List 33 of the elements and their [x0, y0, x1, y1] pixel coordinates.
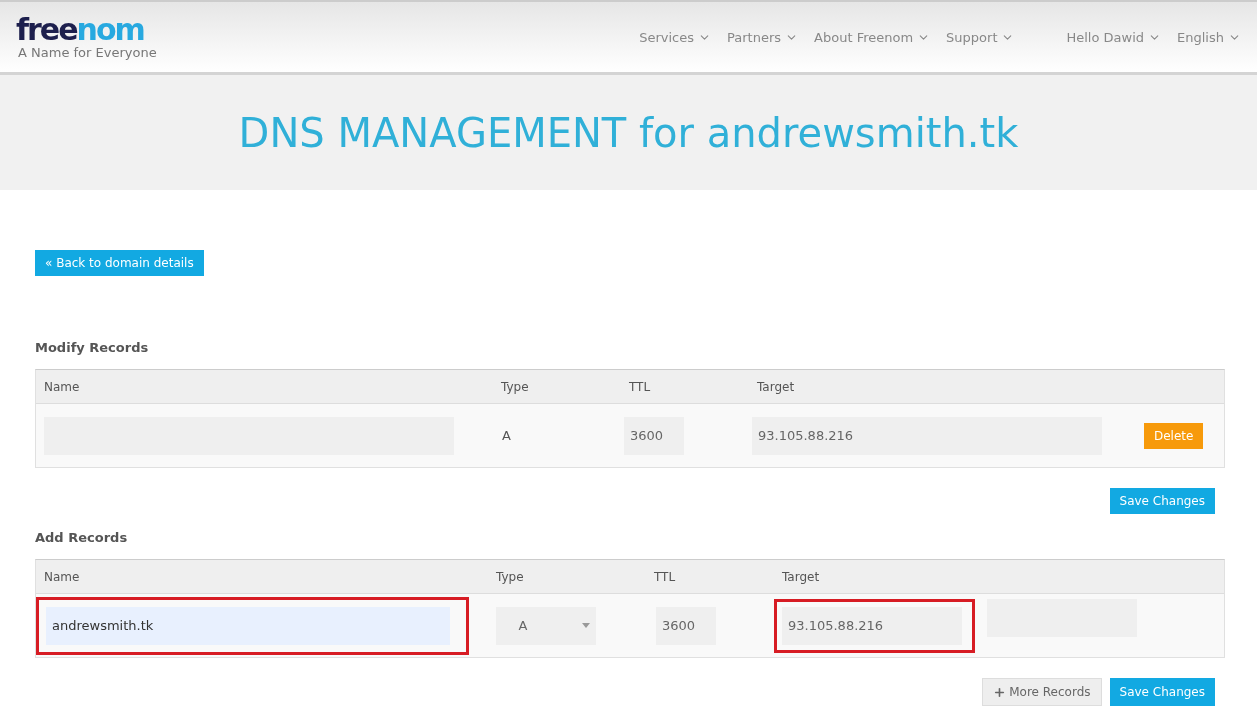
column-header: Name [44, 379, 81, 394]
caret-icon [582, 623, 590, 628]
section-heading: Modify Records [35, 340, 150, 355]
target-input-field[interactable]: 93.105.88.216 [752, 416, 1102, 455]
column-header: Name [44, 569, 81, 584]
column-header: TTL [654, 569, 677, 584]
column-header: Type [501, 379, 530, 394]
nav-menu-item[interactable]: About Freenom [814, 29, 931, 45]
column-header: Type [496, 569, 525, 584]
page-title: DNS MANAGEMENT for andrewsmith.tk [238, 109, 1019, 156]
type-value: A [501, 428, 512, 443]
save-changes-button[interactable]: Save Changes [1109, 678, 1215, 706]
column-header: Target [782, 569, 821, 584]
back-button[interactable]: « Back to domain details [35, 250, 204, 276]
type-select[interactable]: A [496, 606, 596, 645]
nav-menu-item[interactable]: English [1177, 29, 1241, 45]
ttl-input-field[interactable]: 3600 [656, 606, 716, 645]
more-records-button[interactable]: More Records [982, 678, 1102, 706]
nav-menu-item[interactable]: Services [639, 29, 712, 45]
column-header: TTL [629, 379, 652, 394]
nav-menu-item[interactable]: Hello Dawid [1066, 29, 1162, 45]
delete-button[interactable]: Delete [1144, 422, 1204, 449]
tagline: A Name for Everyone [18, 44, 157, 60]
target-input-field[interactable]: 93.105.88.216 [782, 606, 962, 645]
save-changes-button[interactable]: Save Changes [1109, 488, 1215, 514]
nav-menu-item[interactable]: Partners [727, 29, 799, 45]
ttl-input-field[interactable]: 3600 [624, 416, 684, 455]
logo[interactable]: freenom [16, 14, 157, 45]
plus-icon [993, 685, 1007, 699]
name-input-field[interactable]: andrewsmith.tk [46, 606, 450, 645]
section-heading: Add Records [35, 530, 129, 545]
column-header: Target [757, 379, 796, 394]
nav-menu-item[interactable]: Support [946, 29, 1015, 45]
